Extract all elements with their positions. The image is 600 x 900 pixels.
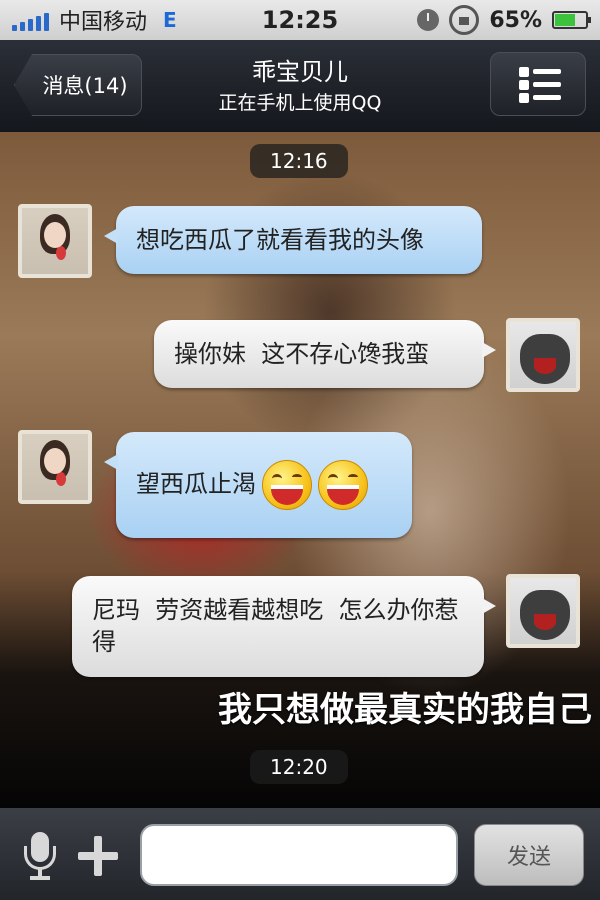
battery-icon: [552, 11, 591, 29]
grin-emoji-icon: [262, 460, 312, 510]
battery-level-fill: [555, 14, 575, 26]
plus-icon[interactable]: [78, 836, 118, 876]
network-type-indicator: E: [163, 8, 177, 32]
status-bar: 中国移动 E 12:25 65%: [0, 0, 600, 40]
my-avatar[interactable]: [506, 318, 580, 392]
outgoing-message-bubble[interactable]: 尼玛 劳资越看越想吃 怎么办你惹得: [72, 576, 496, 677]
chat-menu-button[interactable]: [490, 52, 586, 116]
contact-status: 正在手机上使用QQ: [218, 92, 382, 114]
contact-avatar[interactable]: [18, 430, 92, 504]
signal-strength-icon: [12, 9, 49, 31]
my-avatar[interactable]: [506, 574, 580, 648]
timestamp-pill: 12:16: [250, 144, 348, 178]
grin-emoji-icon: [318, 460, 368, 510]
message-text: 望西瓜止渴: [136, 470, 256, 498]
contact-name: 乖宝贝儿: [252, 58, 348, 86]
incoming-message-bubble[interactable]: 想吃西瓜了就看看我的头像: [104, 206, 482, 275]
back-to-messages-button[interactable]: 消息(14): [14, 54, 142, 116]
outgoing-message-bubble[interactable]: 操你妹 这不存心馋我蛮: [154, 320, 496, 389]
incoming-message-bubble[interactable]: 望西瓜止渴: [104, 432, 412, 538]
timestamp-pill: 12:20: [250, 750, 348, 784]
list-menu-icon: [519, 67, 561, 103]
rotation-lock-icon: [449, 5, 480, 35]
nav-bar: 消息(14) 乖宝贝儿 正在手机上使用QQ: [0, 40, 600, 132]
background-caption: 我只想做最真实的我自己: [218, 690, 592, 730]
message-text: 尼玛 劳资越看越想吃 怎么办你惹得: [92, 596, 459, 657]
message-text: 想吃西瓜了就看看我的头像: [136, 226, 424, 254]
message-input[interactable]: [140, 824, 458, 886]
message-text: 操你妹 这不存心馋我蛮: [174, 340, 430, 368]
message-input-bar: 发送: [0, 808, 600, 900]
chat-area[interactable]: 我只想做最真实的我自己 12:16 想吃西瓜了就看看我的头像 操你妹 这不存心馋…: [0, 132, 600, 808]
contact-avatar[interactable]: [18, 204, 92, 278]
microphone-icon[interactable]: [22, 832, 58, 880]
carrier-name: 中国移动: [59, 10, 148, 35]
battery-percent: 65%: [489, 7, 542, 33]
alarm-clock-icon: [417, 9, 440, 31]
send-button[interactable]: 发送: [474, 824, 584, 886]
